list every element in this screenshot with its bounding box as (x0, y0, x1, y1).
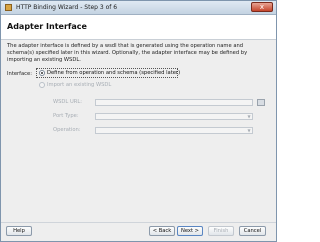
interface-label: Interface: (7, 71, 32, 77)
wsdl-url-label: WSDL URL: (53, 99, 82, 105)
back-button[interactable]: < Back (149, 226, 175, 236)
page-header: Adapter Interface (1, 15, 276, 40)
wizard-window: HTTP Binding Wizard - Step 3 of 6 x Adap… (0, 0, 277, 242)
port-type-dropdown[interactable]: ▼ (95, 113, 253, 120)
wizard-app-icon (5, 4, 12, 11)
radio-selected-dot (41, 72, 43, 74)
close-icon[interactable]: x (251, 2, 273, 12)
define-from-operation-radio[interactable] (39, 70, 45, 76)
browse-icon[interactable] (257, 99, 265, 106)
import-wsdl-radio[interactable] (39, 82, 45, 88)
window-title: HTTP Binding Wizard - Step 3 of 6 (16, 4, 118, 11)
define-from-operation-label[interactable]: Define from operation and schema (specif… (47, 70, 180, 76)
operation-label: Operation: (53, 127, 81, 133)
import-wsdl-label[interactable]: Import an existing WSDL (47, 82, 111, 88)
chevron-down-icon: ▼ (247, 128, 251, 133)
chevron-down-icon: ▼ (247, 114, 251, 119)
title-bar: HTTP Binding Wizard - Step 3 of 6 x (1, 1, 276, 15)
page-title: Adapter Interface (7, 22, 87, 31)
help-button[interactable]: Help (6, 226, 32, 236)
port-type-label: Port Type: (53, 113, 79, 119)
wsdl-url-field[interactable] (95, 99, 253, 106)
cancel-button[interactable]: Cancel (239, 226, 266, 236)
finish-button[interactable]: Finish (208, 226, 234, 236)
page-description: The adapter interface is defined by a ws… (7, 43, 248, 63)
operation-dropdown[interactable]: ▼ (95, 127, 253, 134)
next-button[interactable]: Next > (177, 226, 203, 236)
footer-divider (1, 222, 276, 223)
